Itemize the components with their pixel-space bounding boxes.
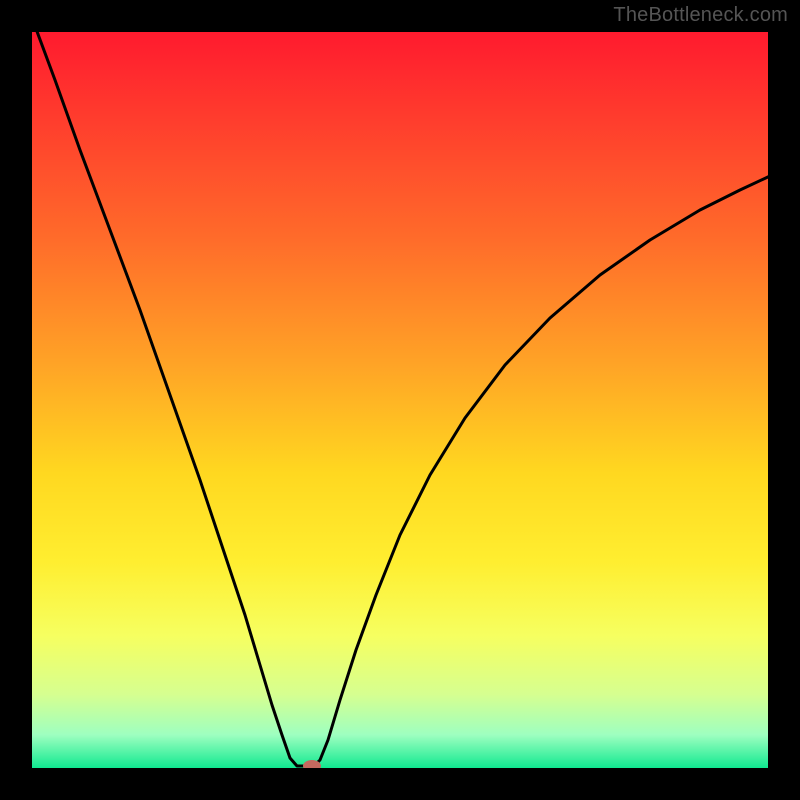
minimum-marker [303, 760, 321, 772]
watermark-text: TheBottleneck.com [613, 4, 788, 27]
gradient-background [32, 32, 768, 768]
bottleneck-plot [0, 0, 800, 800]
chart-container: TheBottleneck.com [0, 0, 800, 800]
